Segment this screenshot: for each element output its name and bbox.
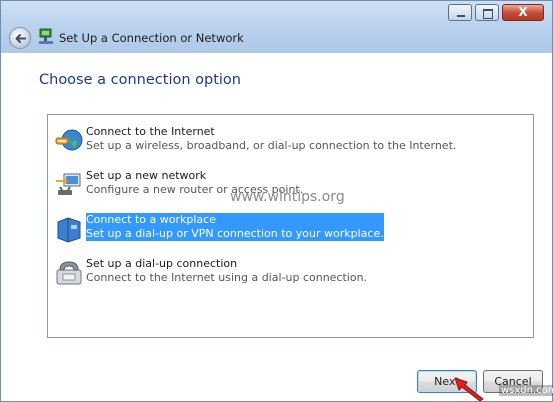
red-pointer-arrow-icon [454, 377, 484, 401]
watermark-text: www.wintips.org [230, 189, 345, 205]
new-network-icon [56, 173, 81, 195]
option-dial-up[interactable]: Set up a dial-up connection Connect to t… [52, 255, 412, 291]
globe-internet-icon [55, 129, 83, 151]
option-connect-workplace[interactable]: Connect to a workplace Set up a dial-up … [52, 211, 412, 247]
option-title: Set up a dial-up connection [86, 257, 238, 270]
back-arrow-icon [15, 34, 26, 43]
title-bar: X Set Up a Connection or Network [1, 1, 552, 53]
option-text: Connect to a workplace Set up a dial-up … [86, 213, 384, 241]
close-icon: X [518, 5, 528, 19]
option-text: Set up a dial-up connection Connect to t… [86, 257, 367, 285]
corner-watermark: wsxdn.com [499, 385, 553, 396]
minimize-button[interactable] [448, 4, 472, 21]
setup-connection-window: X Set Up a Connection or Network Choose … [0, 0, 553, 402]
connection-options-list[interactable]: Connect to the Internet Set up a wireles… [47, 114, 534, 338]
option-text: Connect to the Internet Set up a wireles… [86, 125, 456, 153]
back-button[interactable] [9, 27, 31, 49]
workplace-icon [57, 217, 81, 243]
window-title: Set Up a Connection or Network [59, 31, 244, 45]
maximize-button[interactable] [475, 4, 499, 21]
option-description: Set up a wireless, broadband, or dial-up… [86, 139, 457, 152]
option-title: Connect to a workplace [86, 213, 384, 227]
option-connect-internet[interactable]: Connect to the Internet Set up a wireles… [52, 123, 456, 159]
option-description: Set up a dial-up or VPN connection to yo… [86, 227, 384, 241]
option-description: Connect to the Internet using a dial-up … [86, 271, 368, 284]
option-title: Set up a new network [86, 169, 207, 182]
close-button[interactable]: X [502, 4, 544, 21]
network-wizard-icon [39, 28, 53, 44]
option-title: Connect to the Internet [86, 125, 215, 138]
phone-modem-icon [56, 261, 82, 285]
page-heading: Choose a connection option [39, 72, 241, 88]
caption-buttons: X [445, 4, 544, 21]
